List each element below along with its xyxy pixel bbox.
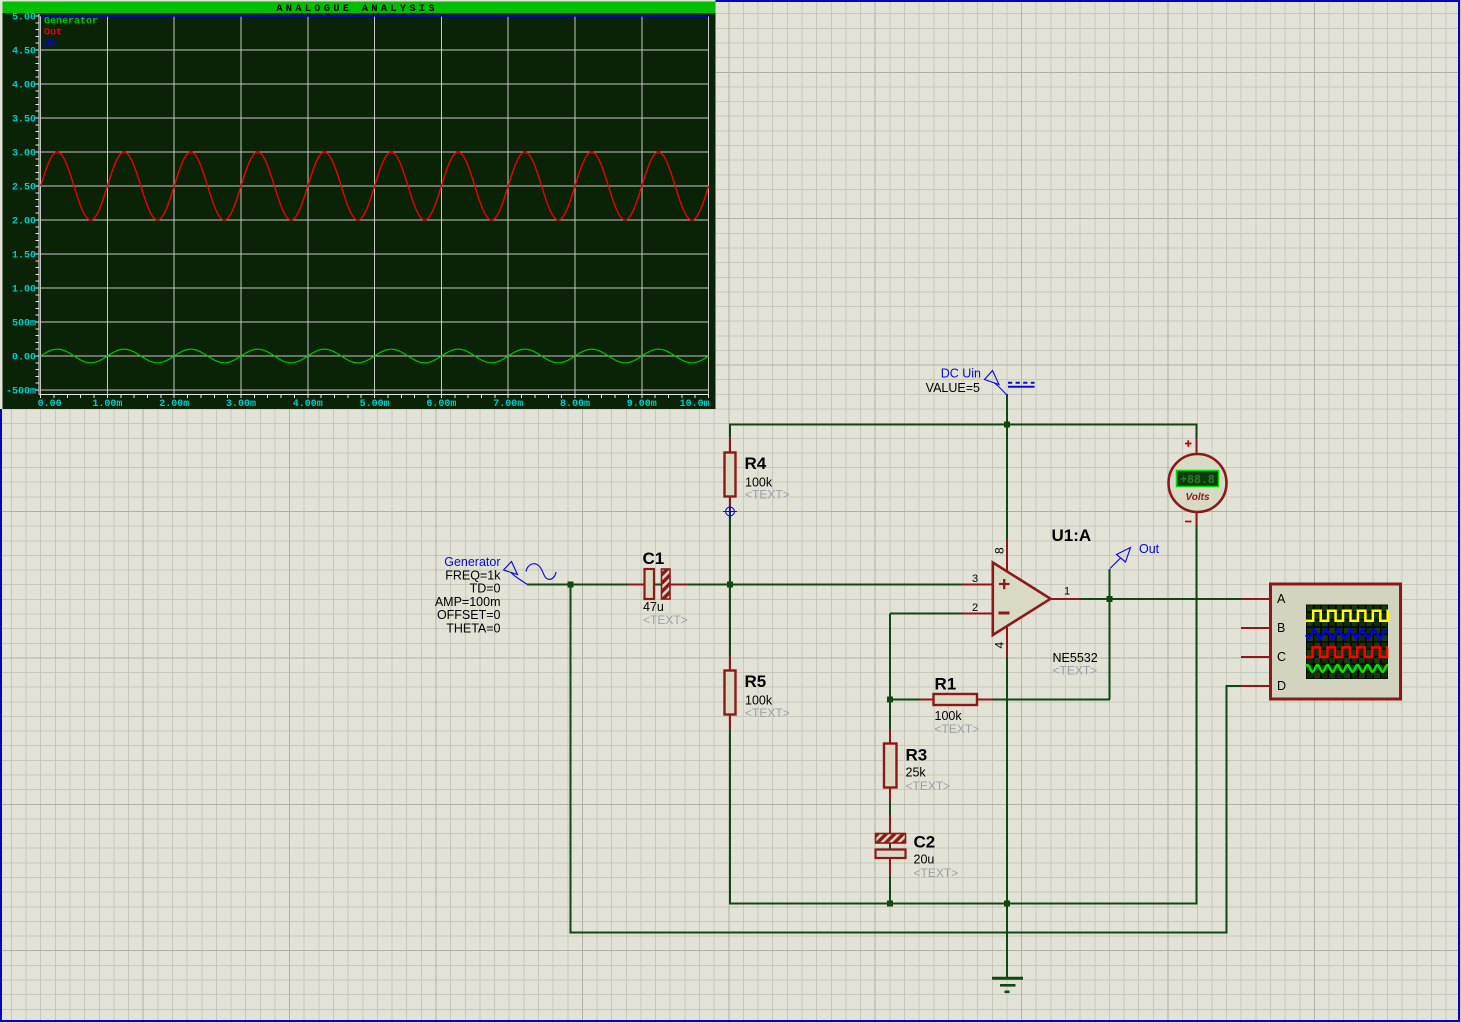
svg-text:2.50: 2.50 — [12, 183, 36, 194]
svg-text:D: D — [1277, 679, 1286, 693]
svg-text:B: B — [1277, 621, 1285, 635]
svg-text:47u: 47u — [643, 600, 664, 614]
svg-text:DC: DC — [44, 39, 56, 50]
svg-text:<TEXT>: <TEXT> — [906, 779, 951, 793]
svg-text:ANALOGUE ANALYSIS: ANALOGUE ANALYSIS — [276, 3, 438, 15]
svg-text:<TEXT>: <TEXT> — [1053, 664, 1098, 678]
svg-text:7.00m: 7.00m — [493, 399, 523, 410]
svg-text:U1:A: U1:A — [1052, 526, 1092, 545]
svg-text:1: 1 — [1064, 585, 1070, 597]
svg-text:20u: 20u — [914, 853, 935, 867]
svg-text:10.0m: 10.0m — [680, 399, 710, 410]
svg-text:<TEXT>: <TEXT> — [745, 488, 790, 502]
svg-text:OFFSET=0: OFFSET=0 — [437, 608, 501, 622]
svg-text:25k: 25k — [906, 766, 927, 780]
svg-text:5.00m: 5.00m — [360, 399, 390, 410]
svg-text:Generator: Generator — [444, 555, 500, 569]
svg-text:5.00: 5.00 — [12, 13, 36, 24]
svg-text:Generator: Generator — [44, 17, 98, 28]
svg-text:A: A — [1277, 592, 1286, 606]
svg-text:R4: R4 — [745, 454, 767, 473]
svg-text:1.00m: 1.00m — [92, 399, 122, 410]
svg-text:Volts: Volts — [1185, 492, 1210, 503]
svg-text:<TEXT>: <TEXT> — [643, 613, 688, 627]
svg-text:Out: Out — [1139, 542, 1160, 556]
svg-text:1.50: 1.50 — [12, 251, 36, 262]
svg-text:+88.8: +88.8 — [1180, 474, 1215, 487]
svg-text:8: 8 — [993, 547, 1007, 554]
svg-text:0.00: 0.00 — [12, 353, 36, 364]
svg-text:2.00m: 2.00m — [159, 399, 189, 410]
svg-text:C: C — [1277, 650, 1286, 664]
svg-text:-500m: -500m — [6, 387, 36, 398]
svg-text:3.00m: 3.00m — [226, 399, 256, 410]
svg-text:TD=0: TD=0 — [470, 582, 501, 596]
svg-text:3: 3 — [972, 573, 978, 585]
svg-text:C1: C1 — [643, 549, 665, 568]
svg-text:THETA=0: THETA=0 — [446, 622, 500, 636]
svg-text:2: 2 — [972, 602, 978, 614]
svg-text:Out: Out — [44, 28, 62, 39]
svg-text:R1: R1 — [935, 675, 957, 694]
svg-text:4.00: 4.00 — [12, 81, 36, 92]
svg-text:3.50: 3.50 — [12, 115, 36, 126]
svg-text:4: 4 — [993, 642, 1007, 649]
svg-text:9.00m: 9.00m — [627, 399, 657, 410]
svg-text:1.00: 1.00 — [12, 285, 36, 296]
svg-text:<TEXT>: <TEXT> — [914, 866, 959, 880]
svg-text:VALUE=5: VALUE=5 — [926, 381, 980, 395]
svg-text:R5: R5 — [745, 672, 767, 691]
svg-text:3.00: 3.00 — [12, 149, 36, 160]
svg-text:8.00m: 8.00m — [560, 399, 590, 410]
svg-text:<TEXT>: <TEXT> — [745, 706, 790, 720]
svg-text:R3: R3 — [906, 746, 928, 765]
svg-text:4.00m: 4.00m — [293, 399, 323, 410]
svg-text:FREQ=1k: FREQ=1k — [445, 568, 501, 582]
svg-text:6.00m: 6.00m — [426, 399, 456, 410]
svg-text:C2: C2 — [914, 833, 936, 852]
svg-text:0.00: 0.00 — [38, 399, 62, 410]
svg-text:AMP=100m: AMP=100m — [435, 595, 501, 609]
svg-text:DC Uin: DC Uin — [941, 367, 981, 381]
svg-text:100k: 100k — [935, 709, 963, 723]
svg-text:500m: 500m — [12, 319, 36, 330]
svg-text:<TEXT>: <TEXT> — [935, 722, 980, 736]
svg-text:2.00: 2.00 — [12, 217, 36, 228]
svg-text:4.50: 4.50 — [12, 47, 36, 58]
